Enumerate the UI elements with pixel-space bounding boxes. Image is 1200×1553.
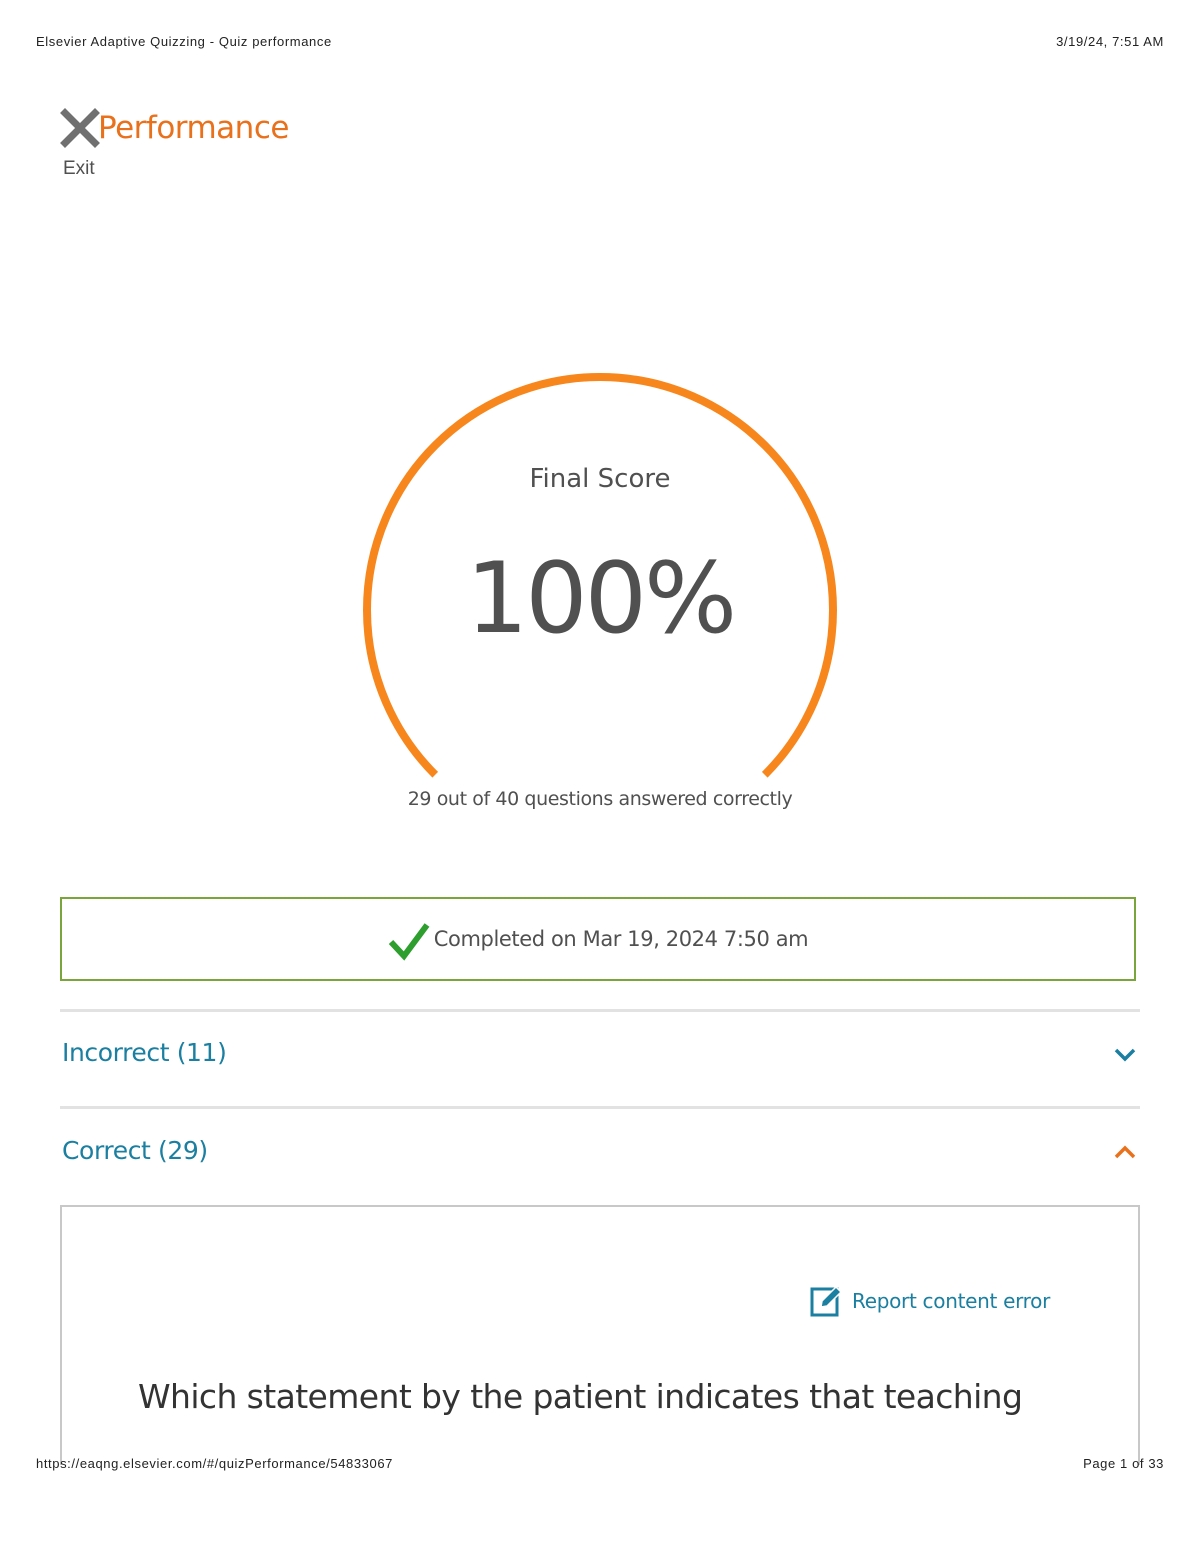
completion-text: Completed on Mar 19, 2024 7:50 am xyxy=(433,927,809,951)
chevron-up-icon[interactable] xyxy=(1112,1142,1138,1162)
page-title: Performance xyxy=(98,110,289,146)
completion-status-box: Completed on Mar 19, 2024 7:50 am xyxy=(60,897,1136,981)
divider xyxy=(60,1106,1140,1109)
score-summary: 29 out of 40 questions answered correctl… xyxy=(407,788,793,810)
divider xyxy=(60,1009,1140,1012)
print-page-title: Elsevier Adaptive Quizzing - Quiz perfor… xyxy=(36,34,332,49)
score-label: Final Score xyxy=(529,464,671,494)
question-text: Which statement by the patient indicates… xyxy=(138,1377,1023,1416)
chevron-down-icon[interactable] xyxy=(1112,1044,1138,1064)
print-footer: https://eaqng.elsevier.com/#/quizPerform… xyxy=(36,1456,1164,1474)
edit-icon[interactable] xyxy=(810,1284,844,1318)
incorrect-section-toggle[interactable]: Incorrect (11) xyxy=(60,1026,1140,1086)
print-timestamp: 3/19/24, 7:51 AM xyxy=(1056,34,1164,49)
question-card: Report content error Which statement by … xyxy=(60,1205,1140,1465)
final-score-panel: Final Score 100% 29 out of 40 questions … xyxy=(300,360,900,830)
close-x-icon[interactable] xyxy=(60,108,100,148)
report-content-error-label[interactable]: Report content error xyxy=(852,1289,1050,1313)
top-bar: Exit Performance xyxy=(58,106,458,186)
correct-section-toggle[interactable]: Correct (29) xyxy=(60,1124,1140,1184)
incorrect-section-label[interactable]: Incorrect (11) xyxy=(62,1038,227,1067)
print-header: Elsevier Adaptive Quizzing - Quiz perfor… xyxy=(36,34,1164,52)
print-page-number: Page 1 of 33 xyxy=(1083,1456,1164,1471)
exit-label[interactable]: Exit xyxy=(63,158,95,180)
checkmark-icon xyxy=(388,923,430,961)
score-value: 100% xyxy=(465,542,737,656)
print-url: https://eaqng.elsevier.com/#/quizPerform… xyxy=(36,1456,394,1471)
correct-section-label[interactable]: Correct (29) xyxy=(62,1136,208,1165)
report-content-error-link[interactable]: Report content error xyxy=(810,1283,1050,1319)
